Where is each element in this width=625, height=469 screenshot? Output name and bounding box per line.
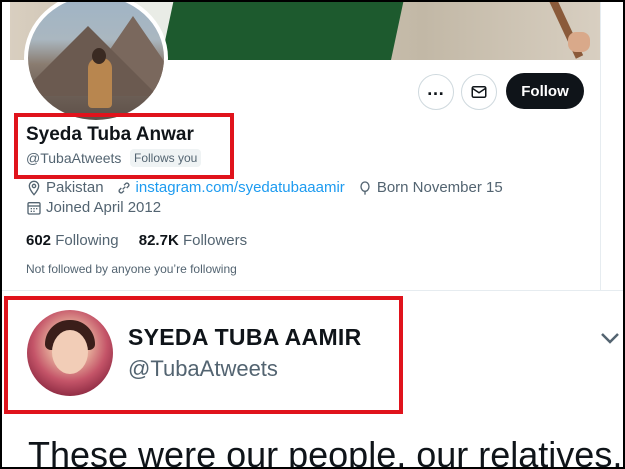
more-button[interactable]: …	[418, 74, 454, 110]
location: Pakistan	[26, 179, 104, 196]
follow-counts: 602 Following 82.7K Followers	[26, 232, 247, 249]
website[interactable]: instagram.com/syedatubaaamir	[116, 179, 345, 196]
highlight-box-profile-name	[14, 113, 234, 179]
tweet-text: These were our people, our relatives,	[28, 434, 623, 469]
birthday: Born November 15	[357, 179, 503, 196]
balloon-icon	[360, 180, 370, 195]
profile-meta-row: Pakistan instagram.com/syedatubaaamir Bo…	[26, 179, 515, 196]
message-button[interactable]	[461, 74, 497, 110]
banner-hand	[568, 32, 590, 52]
followers-count: 82.7K	[138, 232, 179, 249]
chevron-down-icon[interactable]	[599, 330, 621, 346]
avatar-person-head	[92, 48, 106, 64]
following-link[interactable]: 602 Following	[26, 232, 119, 249]
following-label: Following	[55, 232, 119, 249]
calendar-icon	[27, 201, 41, 215]
following-count: 602	[26, 232, 52, 249]
profile-joined-row: Joined April 2012	[26, 199, 173, 216]
highlight-box-tweet-author	[4, 296, 403, 414]
followers-label: Followers	[182, 232, 248, 249]
birthday-text: Born November 15	[376, 179, 503, 196]
joined-text: Joined April 2012	[46, 199, 162, 216]
screenshot-frame: … Follow Syeda Tuba Anwar @TubaAtweets F…	[0, 0, 625, 469]
section-divider	[2, 290, 623, 291]
not-followed-note: Not followed by anyone you’re following	[26, 262, 237, 276]
joined: Joined April 2012	[26, 199, 161, 216]
profile-avatar[interactable]	[24, 2, 168, 124]
avatar-person	[88, 58, 112, 108]
more-icon: …	[426, 79, 446, 99]
follow-button[interactable]: Follow	[506, 73, 584, 109]
website-link[interactable]: instagram.com/syedatubaaamir	[136, 179, 345, 196]
link-icon	[118, 181, 130, 194]
mail-icon	[471, 86, 487, 98]
location-text: Pakistan	[46, 179, 104, 196]
followers-link[interactable]: 82.7K Followers	[139, 232, 247, 249]
location-pin-icon	[28, 180, 40, 196]
